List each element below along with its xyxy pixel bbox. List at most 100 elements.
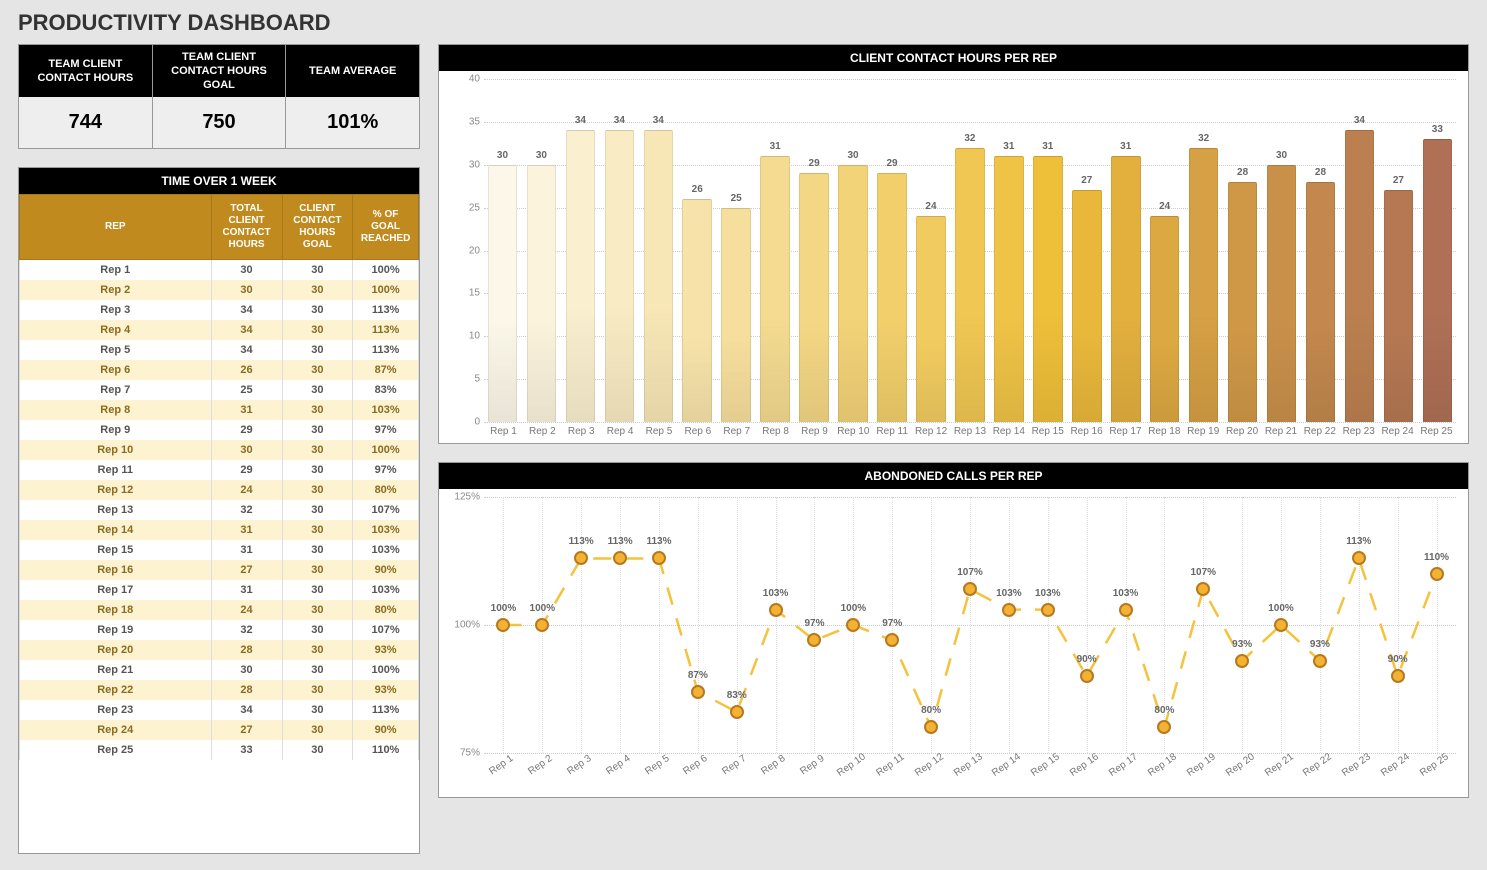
x-label: Rep 23 [1339, 426, 1378, 437]
bar-chart-title: CLIENT CONTACT HOURS PER REP [439, 45, 1468, 71]
kpi-value: 744 [19, 97, 152, 148]
table-cell: Rep 16 [20, 560, 212, 580]
table-cell: Rep 1 [20, 260, 212, 281]
table-cell: 25 [211, 380, 282, 400]
bar-value-label: 31 [1042, 141, 1053, 154]
x-label: Rep 10 [834, 426, 873, 437]
table-cell: 30 [282, 260, 353, 281]
bar-slot: 24 [912, 79, 949, 422]
y-tick: 40 [446, 74, 480, 85]
bar [527, 165, 557, 422]
table-cell: 30 [282, 440, 353, 460]
bar [1384, 190, 1414, 422]
x-label: Rep 21 [1262, 426, 1301, 437]
table-cell: 80% [353, 600, 419, 620]
table-row: Rep 11293097% [20, 460, 419, 480]
table-cell: 24 [211, 600, 282, 620]
bar-value-label: 31 [1120, 141, 1131, 154]
table-row: Rep 53430113% [20, 340, 419, 360]
line-point [1313, 654, 1327, 668]
y-tick: 100% [446, 620, 480, 631]
table-cell: 27 [211, 720, 282, 740]
table-cell: 30 [282, 480, 353, 500]
line-point-label: 107% [1190, 567, 1216, 578]
table-cell: Rep 3 [20, 300, 212, 320]
table-row: Rep 43430113% [20, 320, 419, 340]
bar-slot: 32 [951, 79, 988, 422]
x-label: Rep 5 [640, 426, 679, 437]
table-cell: 100% [353, 280, 419, 300]
x-label: Rep 3 [562, 426, 601, 437]
bar [566, 130, 596, 422]
bar-value-label: 32 [964, 133, 975, 146]
line-point-label: 100% [491, 603, 517, 614]
x-label: Rep 19 [1184, 426, 1223, 437]
line-point-label: 87% [688, 670, 708, 681]
x-label: Rep 22 [1300, 426, 1339, 437]
layout: TEAM CLIENT CONTACT HOURS744TEAM CLIENT … [18, 44, 1469, 854]
line-point [730, 705, 744, 719]
line-point-label: 103% [1113, 588, 1139, 599]
line-point [691, 685, 705, 699]
bar [1033, 156, 1063, 422]
bar-value-label: 29 [886, 158, 897, 171]
table-cell: 30 [282, 300, 353, 320]
bar-value-label: 24 [1159, 201, 1170, 214]
line-point-label: 113% [646, 536, 671, 547]
table-cell: Rep 18 [20, 600, 212, 620]
kpi-row: TEAM CLIENT CONTACT HOURS744TEAM CLIENT … [18, 44, 420, 149]
table-cell: 34 [211, 300, 282, 320]
bar [1306, 182, 1336, 422]
table-cell: 31 [211, 580, 282, 600]
bar [760, 156, 790, 422]
line-chart-xaxis: Rep 1Rep 2Rep 3Rep 4Rep 5Rep 6Rep 7Rep 8… [484, 753, 1456, 783]
table-cell: 30 [282, 380, 353, 400]
table-header: CLIENT CONTACT HOURS GOAL [282, 195, 353, 260]
table-cell: 80% [353, 480, 419, 500]
table-cell: 28 [211, 640, 282, 660]
x-label: Rep 4 [601, 426, 640, 437]
kpi-label: TEAM AVERAGE [286, 45, 419, 97]
bar-slot: 31 [1107, 79, 1144, 422]
table-cell: 107% [353, 500, 419, 520]
table-cell: Rep 4 [20, 320, 212, 340]
table-row: Rep 253330110% [20, 740, 419, 760]
line-point [1391, 669, 1405, 683]
table-cell: 30 [211, 280, 282, 300]
x-label: Rep 17 [1106, 426, 1145, 437]
bar-slot: 32 [1185, 79, 1222, 422]
bar [1189, 148, 1219, 422]
table-row: Rep 153130103% [20, 540, 419, 560]
bar-slot: 29 [796, 79, 833, 422]
x-label: Rep 8 [756, 426, 795, 437]
table-cell: 30 [282, 540, 353, 560]
bar-value-label: 34 [614, 115, 625, 128]
bar-slot: 25 [718, 79, 755, 422]
bar [838, 165, 868, 422]
page-title: PRODUCTIVITY DASHBOARD [18, 10, 1469, 36]
table-cell: 30 [282, 620, 353, 640]
table-cell: 90% [353, 720, 419, 740]
table-cell: 83% [353, 380, 419, 400]
bar-slot: 28 [1224, 79, 1261, 422]
table-cell: 100% [353, 440, 419, 460]
bar-value-label: 25 [731, 193, 742, 206]
table-row: Rep 12243080% [20, 480, 419, 500]
table-cell: Rep 21 [20, 660, 212, 680]
kpi-value: 750 [153, 97, 286, 148]
table-row: Rep 133230107% [20, 500, 419, 520]
bar-slot: 28 [1302, 79, 1339, 422]
y-tick: 5 [446, 374, 480, 385]
bar-value-label: 28 [1237, 167, 1248, 180]
table-row: Rep 173130103% [20, 580, 419, 600]
bar-value-label: 30 [536, 150, 547, 163]
table-row: Rep 20283093% [20, 640, 419, 660]
line-point [1119, 603, 1133, 617]
table-cell: 30 [282, 700, 353, 720]
table-cell: 100% [353, 260, 419, 281]
kpi-label: TEAM CLIENT CONTACT HOURS [19, 45, 152, 97]
table-cell: 110% [353, 740, 419, 760]
table-title: TIME OVER 1 WEEK [19, 168, 419, 194]
table-cell: 31 [211, 520, 282, 540]
bar-chart-area: 0510152025303540303034343426253129302924… [484, 79, 1456, 422]
